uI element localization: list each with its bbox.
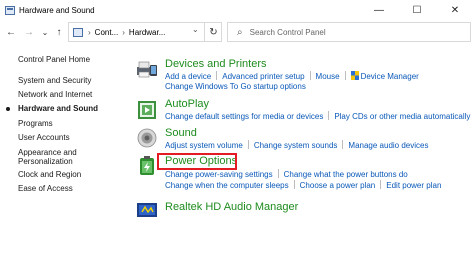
search-box[interactable]: ⌕ — [227, 22, 471, 42]
control-panel-icon — [5, 5, 15, 15]
control-panel-icon — [73, 27, 83, 37]
edit-power-plan-link[interactable]: Edit power plan — [386, 181, 441, 190]
windows-to-go-link[interactable]: Change Windows To Go startup options — [165, 82, 306, 91]
autoplay-icon — [138, 101, 156, 119]
power-options-highlight — [157, 153, 237, 170]
divider — [344, 71, 346, 80]
divider — [277, 169, 279, 178]
autoplay-title[interactable]: AutoPlay — [165, 98, 209, 111]
uac-shield-icon — [350, 71, 359, 80]
power-buttons-link[interactable]: Change what the power buttons do — [284, 170, 408, 179]
realtek-icon — [137, 203, 157, 217]
back-arrow-icon[interactable]: ← — [4, 22, 18, 42]
sidebar-item-personalization[interactable]: Personalization — [18, 157, 73, 167]
sidebar-item-hardware-sound[interactable]: Hardware and Sound — [18, 104, 98, 114]
refresh-icon[interactable]: ↻ — [204, 22, 222, 42]
autoplay-links-row: Change default settings for media or dev… — [165, 111, 470, 122]
up-arrow-icon[interactable]: ↑ — [52, 22, 66, 42]
divider — [247, 140, 249, 149]
choose-power-plan-link[interactable]: Choose a power plan — [300, 181, 376, 190]
breadcrumb-hardware[interactable]: Hardwar... — [129, 28, 165, 37]
sidebar-item-user-accounts[interactable]: User Accounts — [18, 133, 70, 143]
sidebar-item-network-internet[interactable]: Network and Internet — [18, 90, 92, 100]
address-bar: ← → ⌄ ↑ › Cont... › Hardwar... ⌄ ↻ ⌕ — [0, 21, 474, 43]
play-cds-link[interactable]: Play CDs or other media automatically — [334, 112, 470, 121]
devices-links-row-1: Add a device Advanced printer setup Mouse D… — [165, 71, 419, 82]
change-default-settings-link[interactable]: Change default settings for media or dev… — [165, 112, 323, 121]
sidebar-item-system-security[interactable]: System and Security — [18, 76, 91, 86]
divider — [342, 140, 344, 149]
power-links-row-2: Change when the computer sleeps Choose a … — [165, 180, 441, 191]
sound-links-row: Adjust system volume Change system sounds… — [165, 140, 428, 151]
adjust-volume-link[interactable]: Adjust system volume — [165, 141, 243, 150]
window-title: Hardware and Sound — [19, 5, 95, 15]
battery-icon — [140, 156, 154, 175]
manage-audio-devices-link[interactable]: Manage audio devices — [348, 141, 428, 150]
change-system-sounds-link[interactable]: Change system sounds — [254, 141, 338, 150]
forward-arrow-icon[interactable]: → — [22, 22, 36, 42]
search-icon: ⌕ — [237, 26, 243, 38]
sidebar-item-ease-of-access[interactable]: Ease of Access — [18, 184, 73, 194]
chevron-down-icon[interactable]: ⌄ — [192, 25, 199, 34]
power-links-row-1: Change power-saving settings Change what … — [165, 169, 408, 180]
divider — [293, 180, 295, 189]
title-bar: Hardware and Sound — ☐ ✕ — [0, 0, 474, 20]
maximize-button[interactable]: ☐ — [398, 0, 436, 20]
divider — [216, 71, 218, 80]
sound-title[interactable]: Sound — [165, 127, 197, 140]
divider — [309, 71, 311, 80]
sidebar-item-programs[interactable]: Programs — [18, 119, 53, 129]
add-device-link[interactable]: Add a device — [165, 72, 211, 81]
divider — [380, 180, 382, 189]
computer-sleeps-link[interactable]: Change when the computer sleeps — [165, 181, 289, 190]
minimize-button[interactable]: — — [360, 0, 398, 20]
devices-printers-title[interactable]: Devices and Printers — [165, 58, 267, 71]
speaker-icon — [137, 128, 157, 148]
device-manager-link[interactable]: Device Manager — [361, 72, 419, 81]
divider — [328, 111, 330, 120]
sidebar-item-clock-region[interactable]: Clock and Region — [18, 170, 81, 180]
active-bullet-icon — [6, 107, 10, 111]
realtek-title[interactable]: Realtek HD Audio Manager — [165, 201, 298, 214]
window-controls: — ☐ ✕ — [360, 0, 474, 20]
breadcrumb-separator: › — [88, 27, 91, 37]
devices-links-row-2: Change Windows To Go startup options — [165, 82, 306, 92]
sidebar-item-control-panel-home[interactable]: Control Panel Home — [18, 55, 90, 65]
printer-icon — [137, 61, 157, 78]
breadcrumb-control-panel[interactable]: Cont... — [95, 28, 119, 37]
address-field[interactable]: › Cont... › Hardwar... — [68, 22, 222, 42]
recent-locations-icon[interactable]: ⌄ — [38, 22, 52, 42]
power-saving-settings-link[interactable]: Change power-saving settings — [165, 170, 273, 179]
close-button[interactable]: ✕ — [436, 0, 474, 20]
advanced-printer-setup-link[interactable]: Advanced printer setup — [222, 72, 304, 81]
search-input[interactable] — [249, 27, 450, 37]
breadcrumb-separator: › — [122, 27, 125, 37]
mouse-link[interactable]: Mouse — [316, 72, 340, 81]
